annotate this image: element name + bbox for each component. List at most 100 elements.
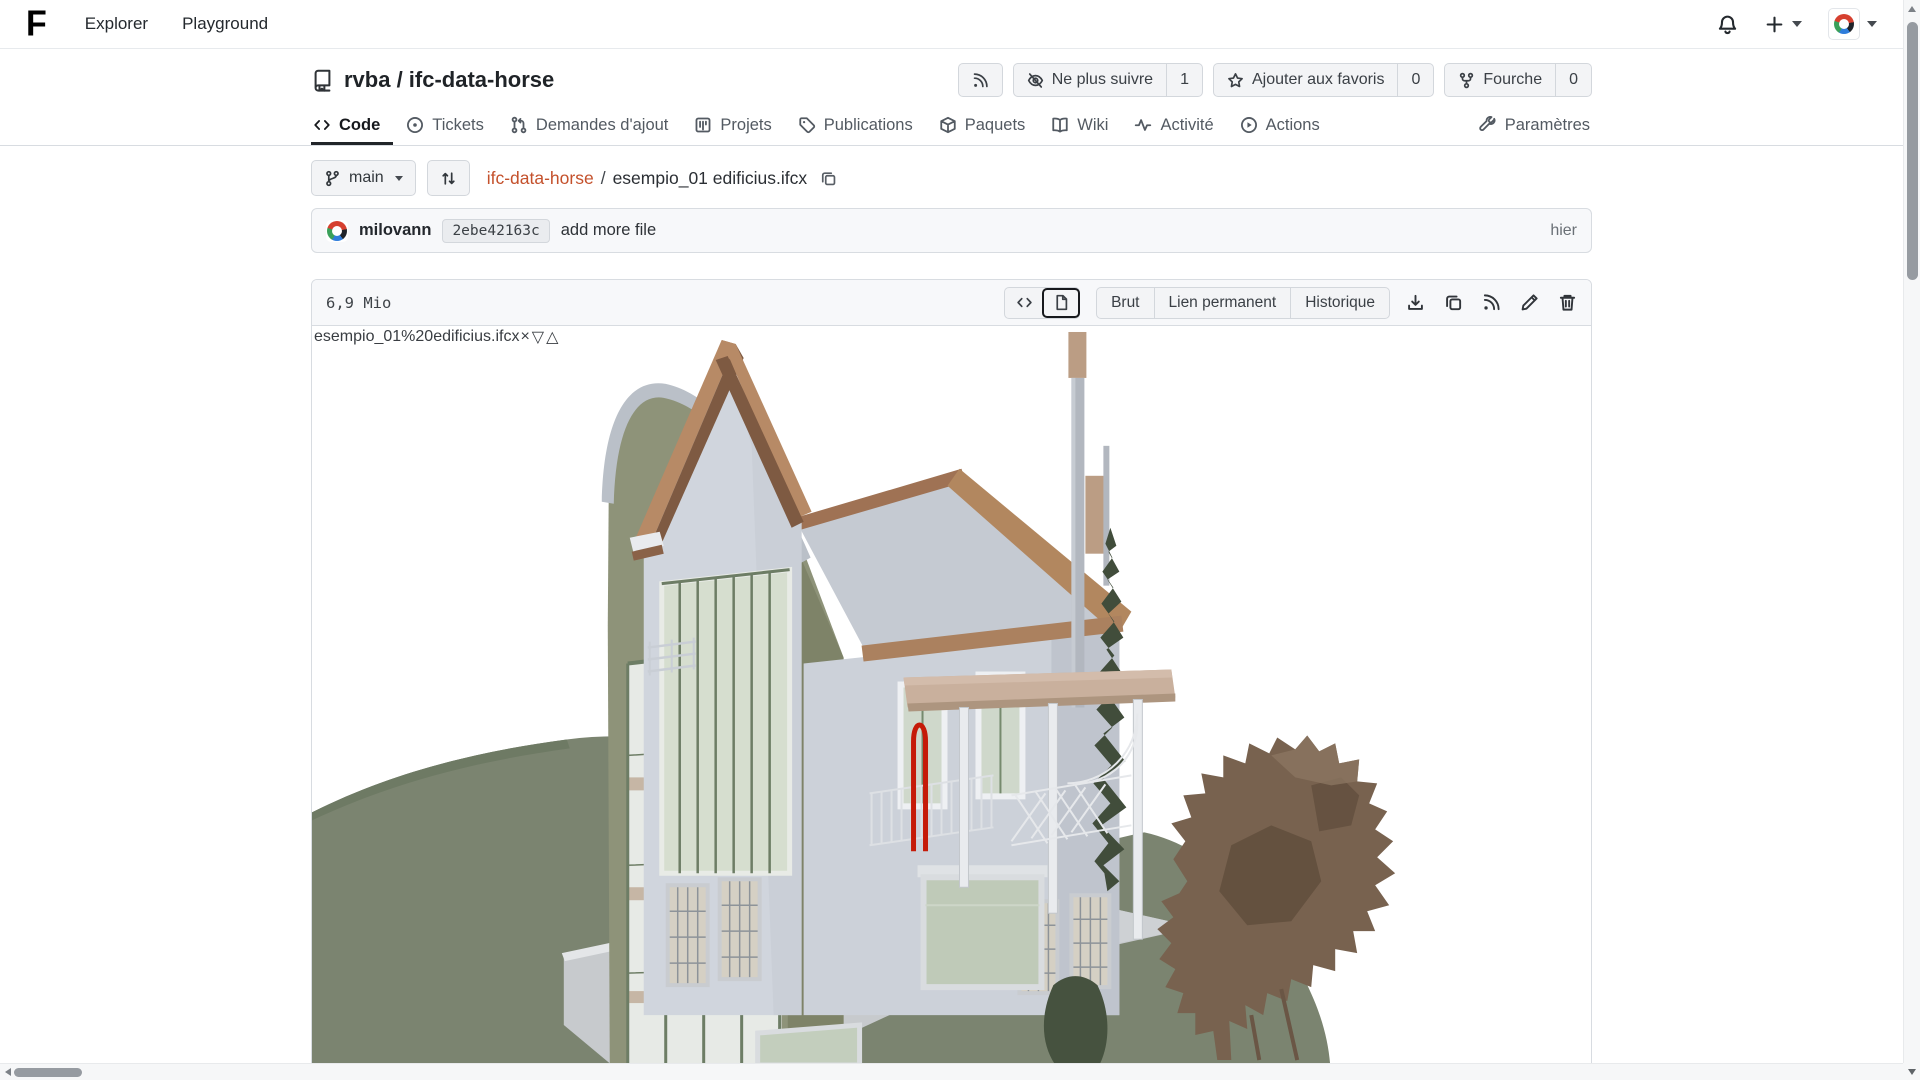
chevron-down-icon xyxy=(1867,21,1877,27)
scrollbar-corner xyxy=(1903,1063,1920,1080)
viewer-close-control[interactable]: × xyxy=(519,328,530,346)
vertical-scrollbar[interactable] xyxy=(1903,0,1920,1063)
chevron-down-icon xyxy=(1792,21,1802,27)
project-board-icon xyxy=(694,116,712,134)
fork-label: Fourche xyxy=(1483,71,1542,89)
vertical-scrollbar-thumb[interactable] xyxy=(1907,22,1918,280)
ifc-3d-viewer[interactable]: esempio_01%20edificius.ifcx×▽△ xyxy=(312,326,1591,1065)
tab-label: Code xyxy=(339,116,380,135)
tab-issues[interactable]: Tickets xyxy=(393,105,497,145)
nav-explorer-link[interactable]: Explorer xyxy=(85,14,148,34)
scroll-up-arrow-icon[interactable] xyxy=(1908,6,1916,12)
scroll-down-arrow-icon[interactable] xyxy=(1908,1069,1916,1075)
stars-count[interactable]: 0 xyxy=(1397,64,1433,96)
package-icon xyxy=(939,116,957,134)
repo-header: rvba / ifc-data-horse Ne plus suivre 1 xyxy=(311,61,1592,99)
tab-wiki[interactable]: Wiki xyxy=(1038,105,1121,145)
raw-button[interactable]: Brut xyxy=(1097,288,1153,318)
copy-content-icon[interactable] xyxy=(1444,293,1463,312)
star-icon xyxy=(1227,72,1244,89)
rendered-view-button[interactable] xyxy=(1042,288,1080,318)
tag-icon xyxy=(798,116,816,134)
rss-feed-button[interactable] xyxy=(958,63,1003,97)
star-button[interactable]: Ajouter aux favoris xyxy=(1214,64,1398,96)
file-size: 6,9 Mio xyxy=(326,294,391,312)
compare-arrows-icon xyxy=(440,170,457,187)
tab-label: Publications xyxy=(824,116,913,135)
horizontal-scrollbar[interactable] xyxy=(0,1063,1903,1080)
avatar xyxy=(1828,8,1860,40)
commit-author-avatar[interactable] xyxy=(326,220,348,242)
top-navbar: F Explorer Playground xyxy=(0,0,1903,49)
breadcrumb-repo-link[interactable]: ifc-data-horse xyxy=(487,168,594,189)
activity-pulse-icon xyxy=(1134,116,1152,134)
rss-icon[interactable] xyxy=(1482,293,1501,312)
book-icon xyxy=(1051,116,1069,134)
branch-selector[interactable]: main xyxy=(311,160,416,196)
forgejo-app: F Explorer Playground rvba / i xyxy=(0,0,1920,1080)
tab-pull-requests[interactable]: Demandes d'ajout xyxy=(497,105,681,145)
tab-activity[interactable]: Activité xyxy=(1121,105,1226,145)
code-icon xyxy=(1016,294,1033,311)
tab-label: Wiki xyxy=(1077,116,1108,135)
tab-label: Paquets xyxy=(965,116,1026,135)
source-view-button[interactable] xyxy=(1005,288,1043,318)
repo-tabs-strip: Code Tickets Demandes d'ajout Projets xyxy=(0,105,1903,146)
file-nav-row: main ifc-data-horse / esempio_01 edifici… xyxy=(311,160,1592,196)
viewer-collapse-control[interactable]: ▽ xyxy=(531,327,545,347)
tab-releases[interactable]: Publications xyxy=(785,105,926,145)
issue-icon xyxy=(406,116,424,134)
commit-author-name[interactable]: milovann xyxy=(359,221,431,240)
user-menu[interactable] xyxy=(1828,8,1877,40)
tab-settings[interactable]: Paramètres xyxy=(1466,105,1592,145)
forks-count[interactable]: 0 xyxy=(1555,64,1591,96)
chevron-down-icon xyxy=(395,176,403,181)
watchers-count[interactable]: 1 xyxy=(1166,64,1202,96)
file-view-box: 6,9 Mio Brut Lien permanent xyxy=(311,279,1592,1065)
tab-label: Tickets xyxy=(432,116,484,135)
copy-path-icon[interactable] xyxy=(820,170,837,187)
download-icon[interactable] xyxy=(1406,293,1425,312)
plus-icon xyxy=(1764,14,1785,35)
latest-commit-bar: milovann 2ebe42163c add more file hier xyxy=(311,208,1592,253)
horizontal-scrollbar-thumb[interactable] xyxy=(14,1068,82,1077)
branch-name: main xyxy=(349,169,384,187)
delete-trash-icon[interactable] xyxy=(1558,293,1577,312)
viewer-filename: esempio_01%20edificius.ifcx xyxy=(314,328,519,346)
breadcrumb-separator: / xyxy=(601,168,606,189)
tools-icon xyxy=(1479,116,1497,134)
tab-label: Activité xyxy=(1160,116,1213,135)
compare-button[interactable] xyxy=(427,160,470,196)
git-branch-icon xyxy=(324,170,341,187)
edit-pencil-icon[interactable] xyxy=(1520,293,1539,312)
forgejo-logo[interactable]: F xyxy=(26,6,45,42)
eye-off-icon xyxy=(1027,72,1044,89)
tab-label: Demandes d'ajout xyxy=(536,116,668,135)
commit-message[interactable]: add more file xyxy=(561,221,656,240)
building-model-render xyxy=(312,326,1591,1065)
unwatch-label: Ne plus suivre xyxy=(1052,71,1153,89)
play-circle-icon xyxy=(1240,116,1258,134)
tab-projects[interactable]: Projets xyxy=(681,105,784,145)
commit-time: hier xyxy=(1550,222,1577,240)
tab-actions[interactable]: Actions xyxy=(1227,105,1333,145)
scroll-left-arrow-icon[interactable] xyxy=(5,1068,11,1076)
viewer-expand-control[interactable]: △ xyxy=(545,327,559,347)
tab-label: Projets xyxy=(720,116,771,135)
permalink-button[interactable]: Lien permanent xyxy=(1154,288,1291,318)
file-header: 6,9 Mio Brut Lien permanent xyxy=(312,280,1591,326)
nav-playground-link[interactable]: Playground xyxy=(182,14,268,34)
create-new-button[interactable] xyxy=(1764,14,1802,35)
tab-label: Paramètres xyxy=(1505,116,1590,135)
tab-packages[interactable]: Paquets xyxy=(926,105,1039,145)
fork-button[interactable]: Fourche xyxy=(1445,64,1555,96)
star-label: Ajouter aux favoris xyxy=(1252,71,1385,89)
commit-hash-badge[interactable]: 2ebe42163c xyxy=(442,219,549,243)
notifications-bell-icon[interactable] xyxy=(1717,14,1738,35)
history-button[interactable]: Historique xyxy=(1290,288,1389,318)
repo-title[interactable]: rvba / ifc-data-horse xyxy=(344,67,554,93)
code-icon xyxy=(313,116,331,134)
unwatch-button[interactable]: Ne plus suivre xyxy=(1014,64,1166,96)
tab-code[interactable]: Code xyxy=(311,105,393,145)
tab-label: Actions xyxy=(1266,116,1320,135)
